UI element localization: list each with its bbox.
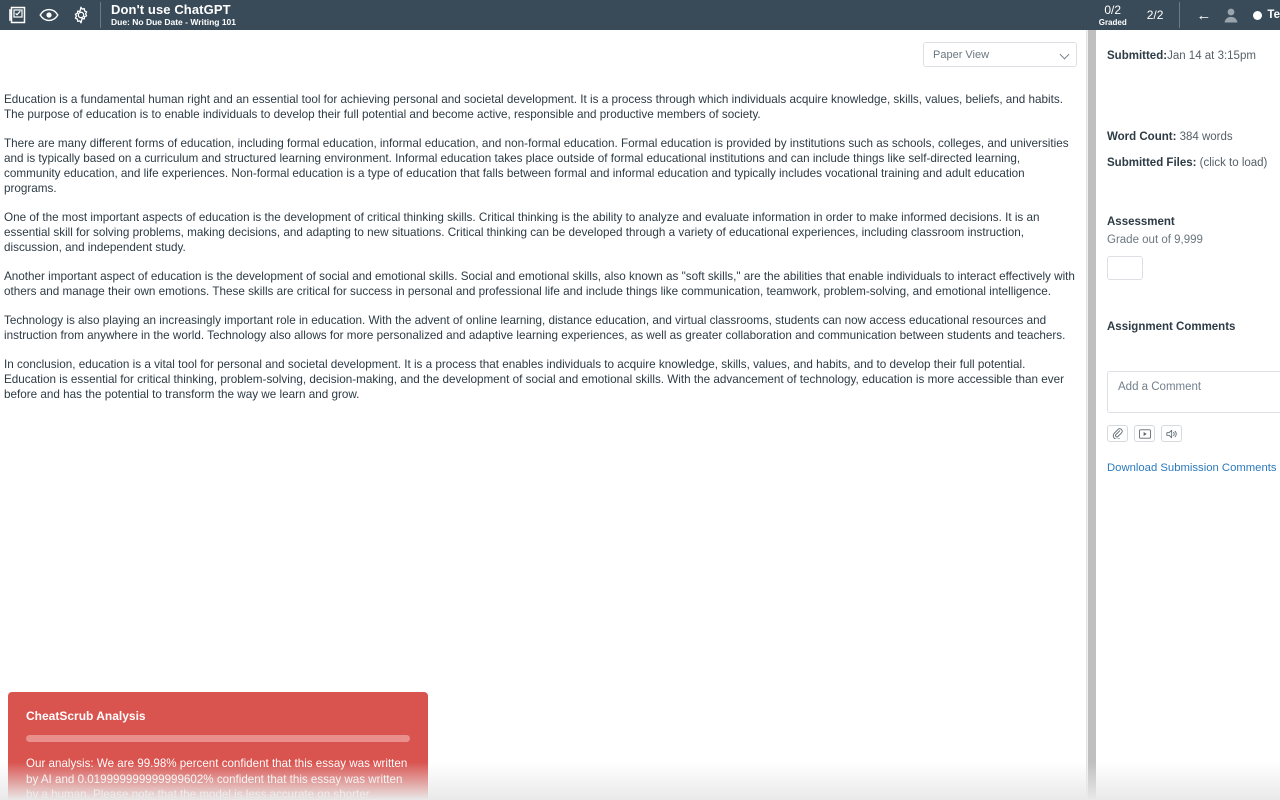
header-right-group: 0/2 Graded 2/2 ← Te — [1099, 0, 1280, 30]
speedgrader-icon[interactable] — [6, 4, 28, 26]
media-comment-icon[interactable] — [1134, 425, 1155, 442]
header-divider — [100, 2, 101, 28]
grade-out-of-label: Grade out of 9,999 — [1107, 234, 1203, 246]
submitted-files-label: Submitted Files: — [1107, 157, 1197, 169]
comment-tools-group — [1107, 425, 1182, 442]
submitted-row: Submitted:Jan 14 at 3:15pm — [1107, 48, 1256, 64]
word-count-label: Word Count: — [1107, 131, 1177, 143]
submitted-files-row[interactable]: Submitted Files: (click to load) — [1107, 155, 1267, 171]
assignment-subtitle: Due: No Due Date - Writing 101 — [111, 17, 236, 27]
assessment-heading: Assessment — [1107, 216, 1175, 228]
student-name[interactable]: Te — [1267, 9, 1280, 21]
word-count-value: 384 words — [1176, 131, 1233, 143]
online-status-dot-icon — [1253, 10, 1263, 20]
previous-student-arrow-icon[interactable]: ← — [1196, 8, 1211, 23]
essay-paragraph: Education is a fundamental human right a… — [4, 93, 1063, 121]
assignment-info: Don't use ChatGPT Due: No Due Date - Wri… — [111, 2, 236, 28]
header-divider-2 — [1179, 2, 1181, 28]
grading-sidebar: Submitted:Jan 14 at 3:15pm Word Count: 3… — [1096, 30, 1280, 800]
grade-input[interactable] — [1107, 256, 1143, 280]
submitted-label: Submitted: — [1107, 50, 1168, 62]
paper-view-select[interactable]: Paper View — [923, 42, 1077, 67]
essay-paragraph: One of the most important aspects of edu… — [4, 211, 1040, 254]
avatar[interactable] — [1223, 7, 1239, 23]
eye-icon[interactable] — [38, 4, 60, 26]
header-icon-group — [0, 4, 92, 26]
page-title: Don't use ChatGPT — [111, 2, 231, 17]
add-comment-textarea[interactable] — [1107, 371, 1280, 413]
paper-scrollbar-thumb[interactable] — [1088, 30, 1096, 800]
assignment-comments-heading: Assignment Comments — [1107, 321, 1236, 333]
essay-paragraph: In conclusion, education is a vital tool… — [4, 358, 1065, 401]
paper-view-dropdown[interactable]: Paper View — [923, 42, 1077, 67]
essay-paragraph: There are many different forms of educat… — [4, 137, 1069, 195]
graded-label: Graded — [1098, 17, 1127, 27]
student-pager-count: 2/2 — [1146, 8, 1164, 22]
graded-count: 0/2 — [1104, 2, 1122, 17]
submitted-value: Jan 14 at 3:15pm — [1167, 50, 1256, 62]
cheatscrub-result-text: Our analysis: We are 99.98% percent conf… — [26, 756, 410, 800]
submission-paper-pane: Paper View Education is a fundamental hu… — [0, 30, 1086, 800]
audio-comment-icon[interactable] — [1161, 425, 1182, 442]
app-header: Don't use ChatGPT Due: No Due Date - Wri… — [0, 0, 1280, 30]
word-count-row: Word Count: 384 words — [1107, 129, 1233, 145]
essay-body: Education is a fundamental human right a… — [4, 92, 1078, 402]
paper-scrollbar-track[interactable] — [1086, 30, 1096, 800]
attach-file-icon[interactable] — [1107, 425, 1128, 442]
essay-paragraph: Technology is also playing an increasing… — [4, 314, 1066, 342]
download-submission-comments-link[interactable]: Download Submission Comments — [1107, 462, 1277, 474]
submitted-files-value[interactable]: (click to load) — [1196, 157, 1268, 169]
essay-paragraph: Another important aspect of education is… — [4, 270, 1075, 298]
cheatscrub-result-normal: Our analysis: We are 99.98% percent conf… — [26, 757, 408, 800]
cheatscrub-analysis-panel: CheatScrub Analysis Our analysis: We are… — [8, 692, 428, 800]
gear-icon[interactable] — [70, 4, 92, 26]
graded-status: 0/2 Graded — [1099, 3, 1127, 28]
cheatscrub-title: CheatScrub Analysis — [26, 709, 146, 723]
cheatscrub-progress-bar — [26, 735, 410, 742]
